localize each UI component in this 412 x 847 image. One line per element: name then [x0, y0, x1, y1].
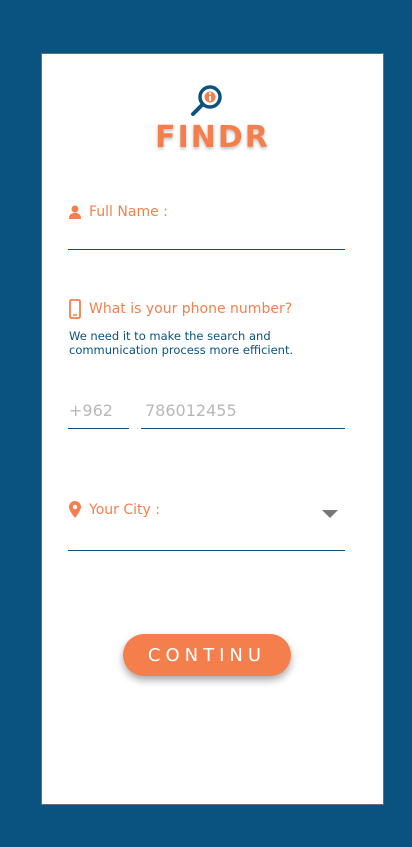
phone-number-underline [141, 428, 345, 429]
user-icon [69, 205, 81, 219]
signup-card: FINDR Full Name : What is your phone num… [41, 53, 384, 805]
full-name-label-text: Full Name : [89, 204, 168, 220]
magnifier-info-icon [191, 85, 222, 116]
full-name-underline [68, 249, 345, 250]
caret-down-icon[interactable] [322, 510, 338, 518]
brand-name: FINDR [155, 120, 270, 155]
full-name-input[interactable] [69, 226, 345, 248]
continue-button[interactable]: CONTINU [123, 634, 291, 676]
city-underline [68, 550, 345, 551]
country-code-input[interactable] [69, 399, 127, 421]
location-pin-icon [69, 501, 81, 518]
smartphone-icon [69, 299, 81, 319]
phone-helper-text: We need it to make the search and commun… [69, 329, 294, 357]
phone-number-input[interactable] [145, 399, 343, 421]
phone-label-text: What is your phone number? [89, 301, 293, 317]
country-code-underline [68, 428, 129, 429]
city-label-text: Your City : [89, 501, 160, 518]
full-name-label: Full Name : [69, 204, 168, 220]
city-label: Your City : [69, 501, 160, 518]
phone-label: What is your phone number? [69, 299, 292, 319]
